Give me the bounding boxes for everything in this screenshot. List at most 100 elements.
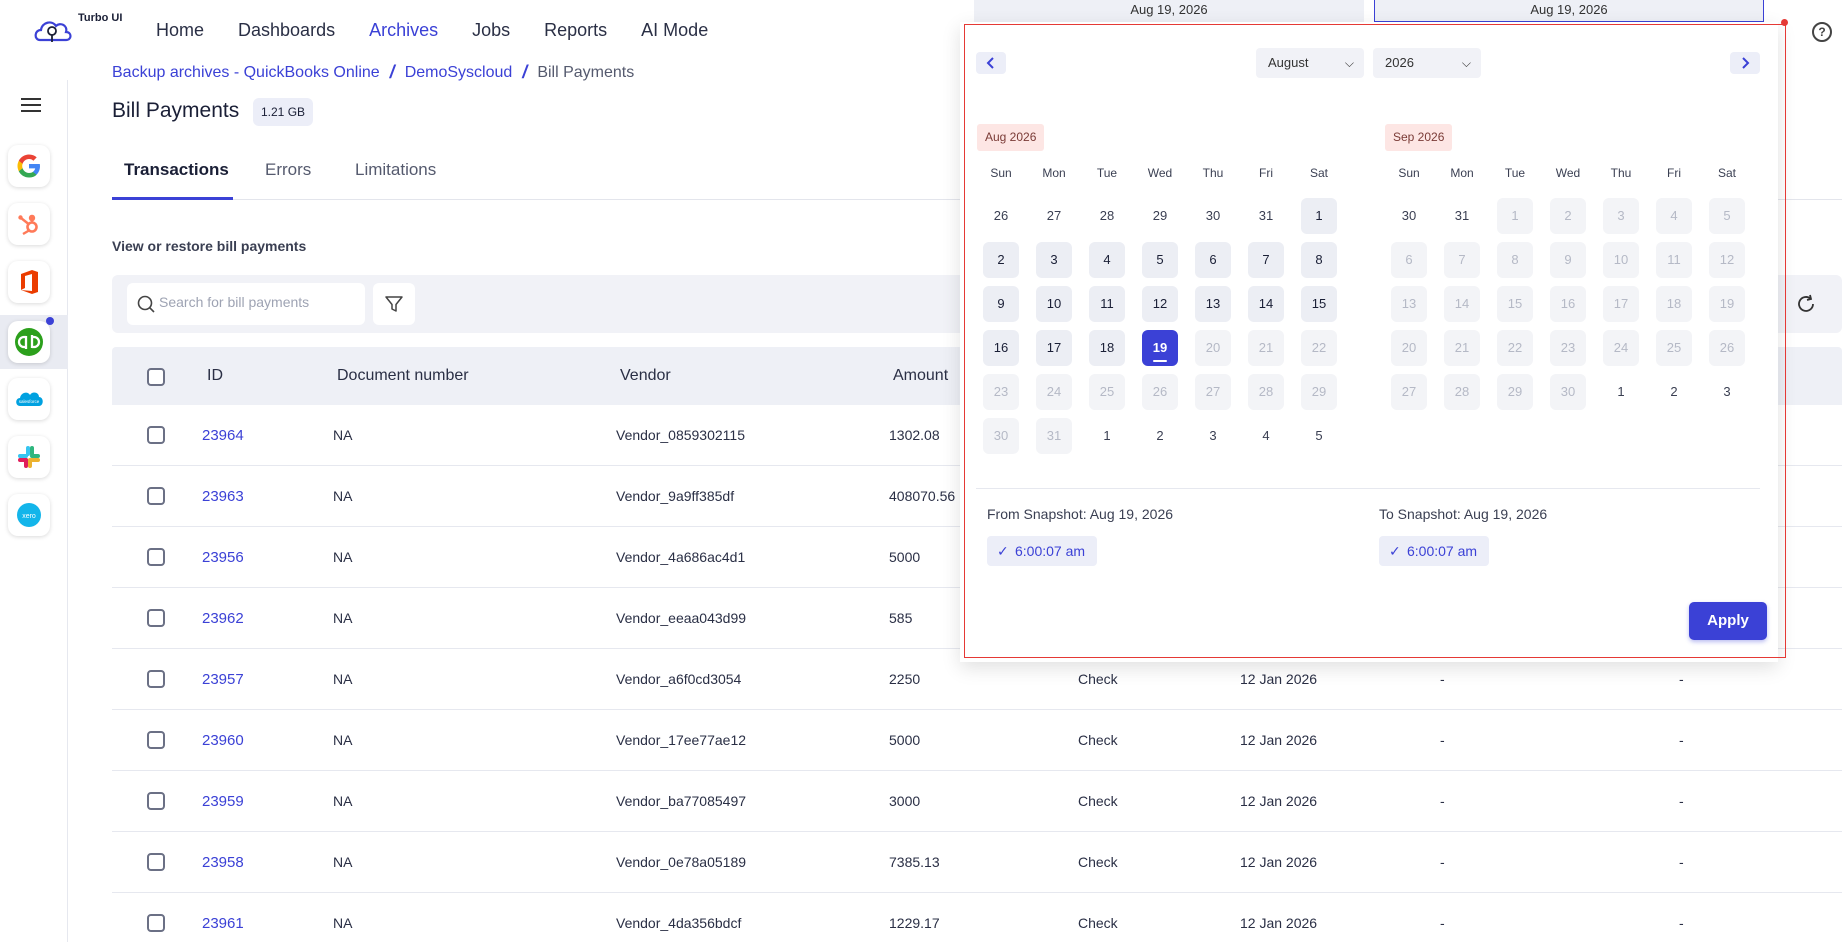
row-checkbox[interactable] [147,548,165,566]
weekday-label: Thu [1202,166,1224,180]
calendar-day: 28 [1248,374,1284,410]
row-checkbox[interactable] [147,426,165,444]
calendar-day[interactable]: 2 [983,242,1019,278]
year-select[interactable]: 2026 ⌵ [1373,48,1481,78]
tab-transactions[interactable]: Transactions [112,160,233,200]
id-cell[interactable]: 23963 [202,488,244,505]
calendar-day: 1 [1617,384,1625,399]
breadcrumb-account[interactable]: DemoSyscloud [405,64,513,82]
calendar-day: 3 [1209,428,1217,443]
calendar-day[interactable]: 3 [1036,242,1072,278]
amount-cell: 3000 [889,793,921,809]
calendar-day-selected[interactable]: 19 [1142,330,1178,366]
id-cell[interactable]: 23957 [202,671,244,688]
id-cell[interactable]: 23959 [202,793,244,810]
vendor-cell: Vendor_4a686ac4d1 [616,549,746,565]
calendar-day[interactable]: 15 [1301,286,1337,322]
calendar-day: 28 [1099,208,1115,223]
row-checkbox[interactable] [147,487,165,505]
table-row[interactable]: 23958 NA Vendor_0e78a05189 7385.13 Check 12 J… [112,832,1842,893]
column-header-amount[interactable]: Amount [893,367,948,385]
calendar-day: 16 [1550,286,1586,322]
vendor-cell: Vendor_4da356bdcf [616,915,742,931]
next-month-button[interactable] [1730,52,1760,74]
calendar-day[interactable]: 13 [1195,286,1231,322]
row-checkbox[interactable] [147,609,165,627]
previous-month-button[interactable] [976,52,1006,74]
calendar-day[interactable]: 12 [1142,286,1178,322]
row-checkbox[interactable] [147,731,165,749]
table-row[interactable]: 23960 NA Vendor_17ee77ae12 5000 Check 12 Jan … [112,710,1842,771]
nav-reports[interactable]: Reports [544,20,607,41]
select-all-checkbox[interactable] [147,368,165,386]
nav-home[interactable]: Home [156,20,204,41]
nav-archives[interactable]: Archives [369,20,438,41]
xero-icon[interactable]: xero [8,494,50,536]
calendar-day: 18 [1656,286,1692,322]
column-header-vendor[interactable]: Vendor [620,367,671,385]
calendar-day[interactable]: 1 [1301,198,1337,234]
calendar-day[interactable]: 7 [1248,242,1284,278]
google-icon[interactable] [8,145,50,187]
help-icon[interactable]: ? [1812,22,1832,42]
id-cell[interactable]: 23956 [202,549,244,566]
weekday-label: Tue [1096,166,1118,180]
active-indicator-dot [46,317,54,325]
row-checkbox[interactable] [147,792,165,810]
calendar-day[interactable]: 4 [1089,242,1125,278]
refresh-icon[interactable] [1795,293,1817,315]
month-select[interactable]: August ⌵ [1256,48,1364,78]
column-header-document-number[interactable]: Document number [337,367,469,385]
office-icon[interactable] [8,261,50,303]
calendar-day: 30 [1205,208,1221,223]
to-snapshot-time[interactable]: ✓ 6:00:07 am [1379,536,1490,566]
calendar-day[interactable]: 18 [1089,330,1125,366]
filter-button[interactable] [373,283,415,325]
row-checkbox[interactable] [147,914,165,932]
document-number-cell: NA [333,488,353,504]
nav-ai-mode[interactable]: AI Mode [641,20,708,41]
calendar-day[interactable]: 17 [1036,330,1072,366]
from-snapshot-time[interactable]: ✓ 6:00:07 am [987,536,1098,566]
calendar-day[interactable]: 6 [1195,242,1231,278]
calendar-day[interactable]: 8 [1301,242,1337,278]
search-input[interactable] [159,294,359,310]
calendar-day: 20 [1195,330,1231,366]
detail-cell: - [1440,732,1445,748]
amount-cell: 2250 [889,671,921,687]
id-cell[interactable]: 23962 [202,610,244,627]
id-cell[interactable]: 23960 [202,732,244,749]
salesforce-icon[interactable]: salesforce [8,378,50,420]
row-checkbox[interactable] [147,853,165,871]
from-date-field[interactable]: Aug 19, 2026 [974,0,1364,22]
id-cell[interactable]: 23961 [202,915,244,932]
payment-type-cell: Check [1078,854,1118,870]
to-date-field[interactable]: Aug 19, 2026 [1374,0,1764,22]
slack-icon[interactable] [8,436,50,478]
quickbooks-icon[interactable] [8,321,50,363]
calendar-day: 24 [1036,374,1072,410]
calendar-day[interactable]: 16 [983,330,1019,366]
row-checkbox[interactable] [147,670,165,688]
hubspot-icon[interactable] [8,203,50,245]
nav-jobs[interactable]: Jobs [472,20,510,41]
calendar-day[interactable]: 14 [1248,286,1284,322]
payment-type-cell: Check [1078,671,1118,687]
document-number-cell: NA [333,671,353,687]
menu-icon[interactable] [21,98,41,112]
year-select-value: 2026 [1385,55,1414,70]
id-cell[interactable]: 23964 [202,427,244,444]
apply-button[interactable]: Apply [1689,602,1767,640]
column-header-id[interactable]: ID [207,367,223,385]
table-row[interactable]: 23959 NA Vendor_ba77085497 3000 Check 12 Jan … [112,771,1842,832]
calendar-day[interactable]: 10 [1036,286,1072,322]
breadcrumb-backup-archives[interactable]: Backup archives - QuickBooks Online [112,64,380,82]
tab-errors[interactable]: Errors [265,160,311,200]
calendar-day[interactable]: 5 [1142,242,1178,278]
calendar-day[interactable]: 11 [1089,286,1125,322]
id-cell[interactable]: 23958 [202,854,244,871]
table-row[interactable]: 23961 NA Vendor_4da356bdcf 1229.17 Check 12 J… [112,893,1842,942]
nav-dashboards[interactable]: Dashboards [238,20,335,41]
calendar-day[interactable]: 9 [983,286,1019,322]
tab-limitations[interactable]: Limitations [355,160,436,200]
